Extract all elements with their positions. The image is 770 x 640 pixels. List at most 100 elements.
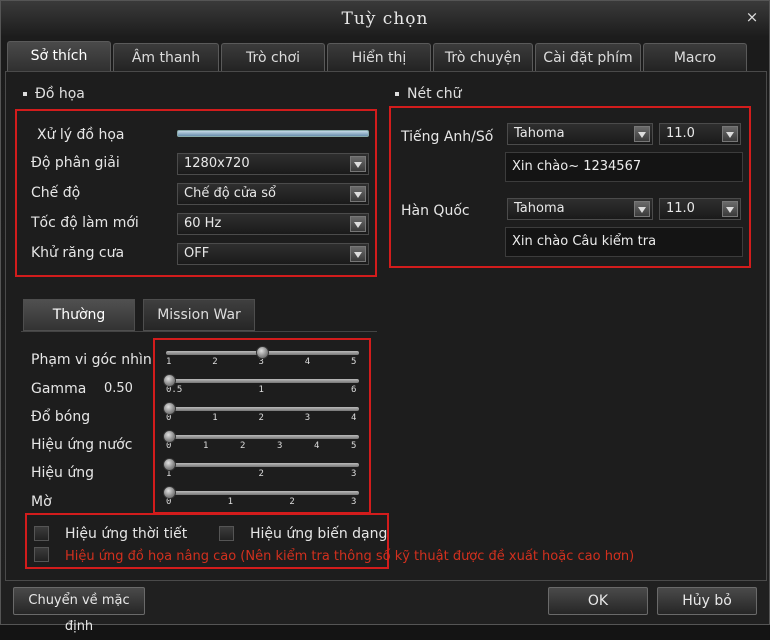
options-window: Tuỳ chọn × Sở thích Âm thanh Trò chơi Hi… xyxy=(0,0,770,634)
graphics-section-header: Đồ họa xyxy=(23,86,85,102)
mode-value: Chế độ cửa sổ xyxy=(184,186,276,201)
tab-preferences[interactable]: Sở thích xyxy=(7,41,111,73)
advanced-effects-label: Hiệu ứng đồ họa nâng cao (Nên kiểm tra t… xyxy=(65,549,635,564)
slider-knob[interactable] xyxy=(163,458,176,471)
korean-font-label: Hàn Quốc xyxy=(401,203,470,219)
slider-label-view-range: Phạm vi góc nhìn xyxy=(31,352,152,368)
subtab-mission-war[interactable]: Mission War xyxy=(143,299,255,331)
subtab-normal[interactable]: Thường xyxy=(23,299,135,331)
gamma-value: 0.50 xyxy=(104,381,133,396)
korean-size-value: 11.0 xyxy=(666,201,695,216)
antialias-dropdown[interactable]: OFF xyxy=(177,243,369,265)
slider-knob[interactable] xyxy=(163,486,176,499)
slider-track-2[interactable] xyxy=(166,407,359,411)
slider-label-water: Hiệu ứng nước xyxy=(31,437,133,453)
slider-label-effects: Hiệu ứng xyxy=(31,465,94,481)
mode-dropdown[interactable]: Chế độ cửa sổ xyxy=(177,183,369,205)
slider-tick-label: 4 xyxy=(304,357,311,367)
refresh-label: Tốc độ làm mới xyxy=(31,215,139,231)
slider-tick-label: 1 xyxy=(203,441,209,451)
chevron-down-icon[interactable] xyxy=(722,126,738,142)
slider-label-shadow: Đổ bóng xyxy=(31,409,91,425)
distortion-checkbox[interactable] xyxy=(219,526,234,541)
korean-font-value: Tahoma xyxy=(514,201,565,216)
tab-sound[interactable]: Âm thanh xyxy=(113,43,219,71)
window-title: Tuỳ chọn xyxy=(341,9,429,29)
slider-tick-label: 1 xyxy=(166,357,172,367)
slider-knob[interactable] xyxy=(255,346,269,359)
slider-tick-label: 2 xyxy=(258,413,264,423)
english-font-dropdown[interactable]: Tahoma xyxy=(507,123,653,145)
chevron-down-icon[interactable] xyxy=(350,186,366,202)
slider-tick-label: 2 xyxy=(289,497,295,507)
ok-button[interactable]: OK xyxy=(548,587,648,615)
slider-tick-label: 1 xyxy=(227,497,234,507)
font-section-title: Nét chữ xyxy=(407,86,462,102)
slider-tick-label: 4 xyxy=(351,413,357,423)
antialias-label: Khử răng cưa xyxy=(31,245,125,261)
slider-track-3[interactable] xyxy=(166,435,359,439)
tab-display[interactable]: Hiển thị xyxy=(327,43,431,71)
slider-tick-label: 1 xyxy=(212,413,218,423)
tab-chat[interactable]: Trò chuyện xyxy=(433,43,533,71)
slider-tick-label: 3 xyxy=(351,497,357,507)
english-font-label: Tiếng Anh/Số xyxy=(401,129,494,145)
slider-tick-label: 2 xyxy=(258,469,264,479)
refresh-dropdown[interactable]: 60 Hz xyxy=(177,213,369,235)
slider-tick-label: 6 xyxy=(351,385,357,395)
slider-tick-label: 2 xyxy=(212,357,218,367)
chevron-down-icon[interactable] xyxy=(634,126,650,142)
slider-tick-label: 1 xyxy=(258,385,264,395)
slider-knob[interactable] xyxy=(163,402,176,415)
chevron-down-icon[interactable] xyxy=(350,156,366,172)
slider-label-gamma: Gamma xyxy=(31,381,87,397)
slider-tick-label: 5 xyxy=(351,441,357,451)
slider-knob[interactable] xyxy=(163,430,176,443)
reset-default-button[interactable]: Chuyển về mặc định xyxy=(13,587,145,634)
bullet-icon xyxy=(395,92,399,96)
mode-label: Chế độ xyxy=(31,185,81,201)
tab-game[interactable]: Trò chơi xyxy=(221,43,325,71)
english-preview: Xin chào~ 1234567 xyxy=(505,152,743,182)
tab-key-settings[interactable]: Cài đặt phím xyxy=(535,43,641,71)
tab-macro[interactable]: Macro xyxy=(643,43,747,71)
distortion-checkbox-label: Hiệu ứng biến dạng xyxy=(250,526,388,542)
weather-checkbox[interactable] xyxy=(34,526,49,541)
english-font-value: Tahoma xyxy=(514,126,565,141)
chevron-down-icon[interactable] xyxy=(350,246,366,262)
slider-track-1[interactable] xyxy=(166,379,359,383)
resolution-dropdown[interactable]: 1280x720 xyxy=(177,153,369,175)
korean-preview: Xin chào Câu kiểm tra xyxy=(505,227,743,257)
slider-track-4[interactable] xyxy=(166,463,359,467)
chevron-down-icon[interactable] xyxy=(722,201,738,217)
resolution-value: 1280x720 xyxy=(184,156,250,171)
slider-knob[interactable] xyxy=(163,374,176,387)
font-section-header: Nét chữ xyxy=(395,86,461,102)
korean-font-dropdown[interactable]: Tahoma xyxy=(507,198,653,220)
slider-track-5[interactable] xyxy=(166,491,359,495)
chevron-down-icon[interactable] xyxy=(634,201,650,217)
close-icon[interactable]: × xyxy=(745,9,759,25)
antialias-value: OFF xyxy=(184,246,210,261)
slider-label-blur: Mờ xyxy=(31,494,52,510)
english-size-dropdown[interactable]: 11.0 xyxy=(659,123,741,145)
chevron-down-icon[interactable] xyxy=(350,216,366,232)
graphics-processing-bar[interactable] xyxy=(177,130,369,137)
slider-tick-label: 3 xyxy=(277,441,283,451)
bullet-icon xyxy=(23,92,27,96)
weather-checkbox-label: Hiệu ứng thời tiết xyxy=(65,526,188,542)
slider-tick-label: 4 xyxy=(314,441,320,451)
title-bar[interactable]: Tuỳ chọn × xyxy=(1,1,769,37)
english-size-value: 11.0 xyxy=(666,126,695,141)
slider-tick-label: 3 xyxy=(304,413,311,423)
graphics-section-title: Đồ họa xyxy=(35,86,85,102)
graphics-processing-label: Xử lý đồ họa xyxy=(37,127,125,143)
cancel-button[interactable]: Hủy bỏ xyxy=(657,587,757,615)
advanced-effects-checkbox[interactable] xyxy=(34,547,49,562)
korean-size-dropdown[interactable]: 11.0 xyxy=(659,198,741,220)
slider-tick-label: 5 xyxy=(351,357,357,367)
refresh-value: 60 Hz xyxy=(184,216,222,231)
slider-tick-label: 2 xyxy=(240,441,246,451)
resolution-label: Độ phân giải xyxy=(31,155,120,171)
slider-tick-label: 3 xyxy=(351,469,357,479)
